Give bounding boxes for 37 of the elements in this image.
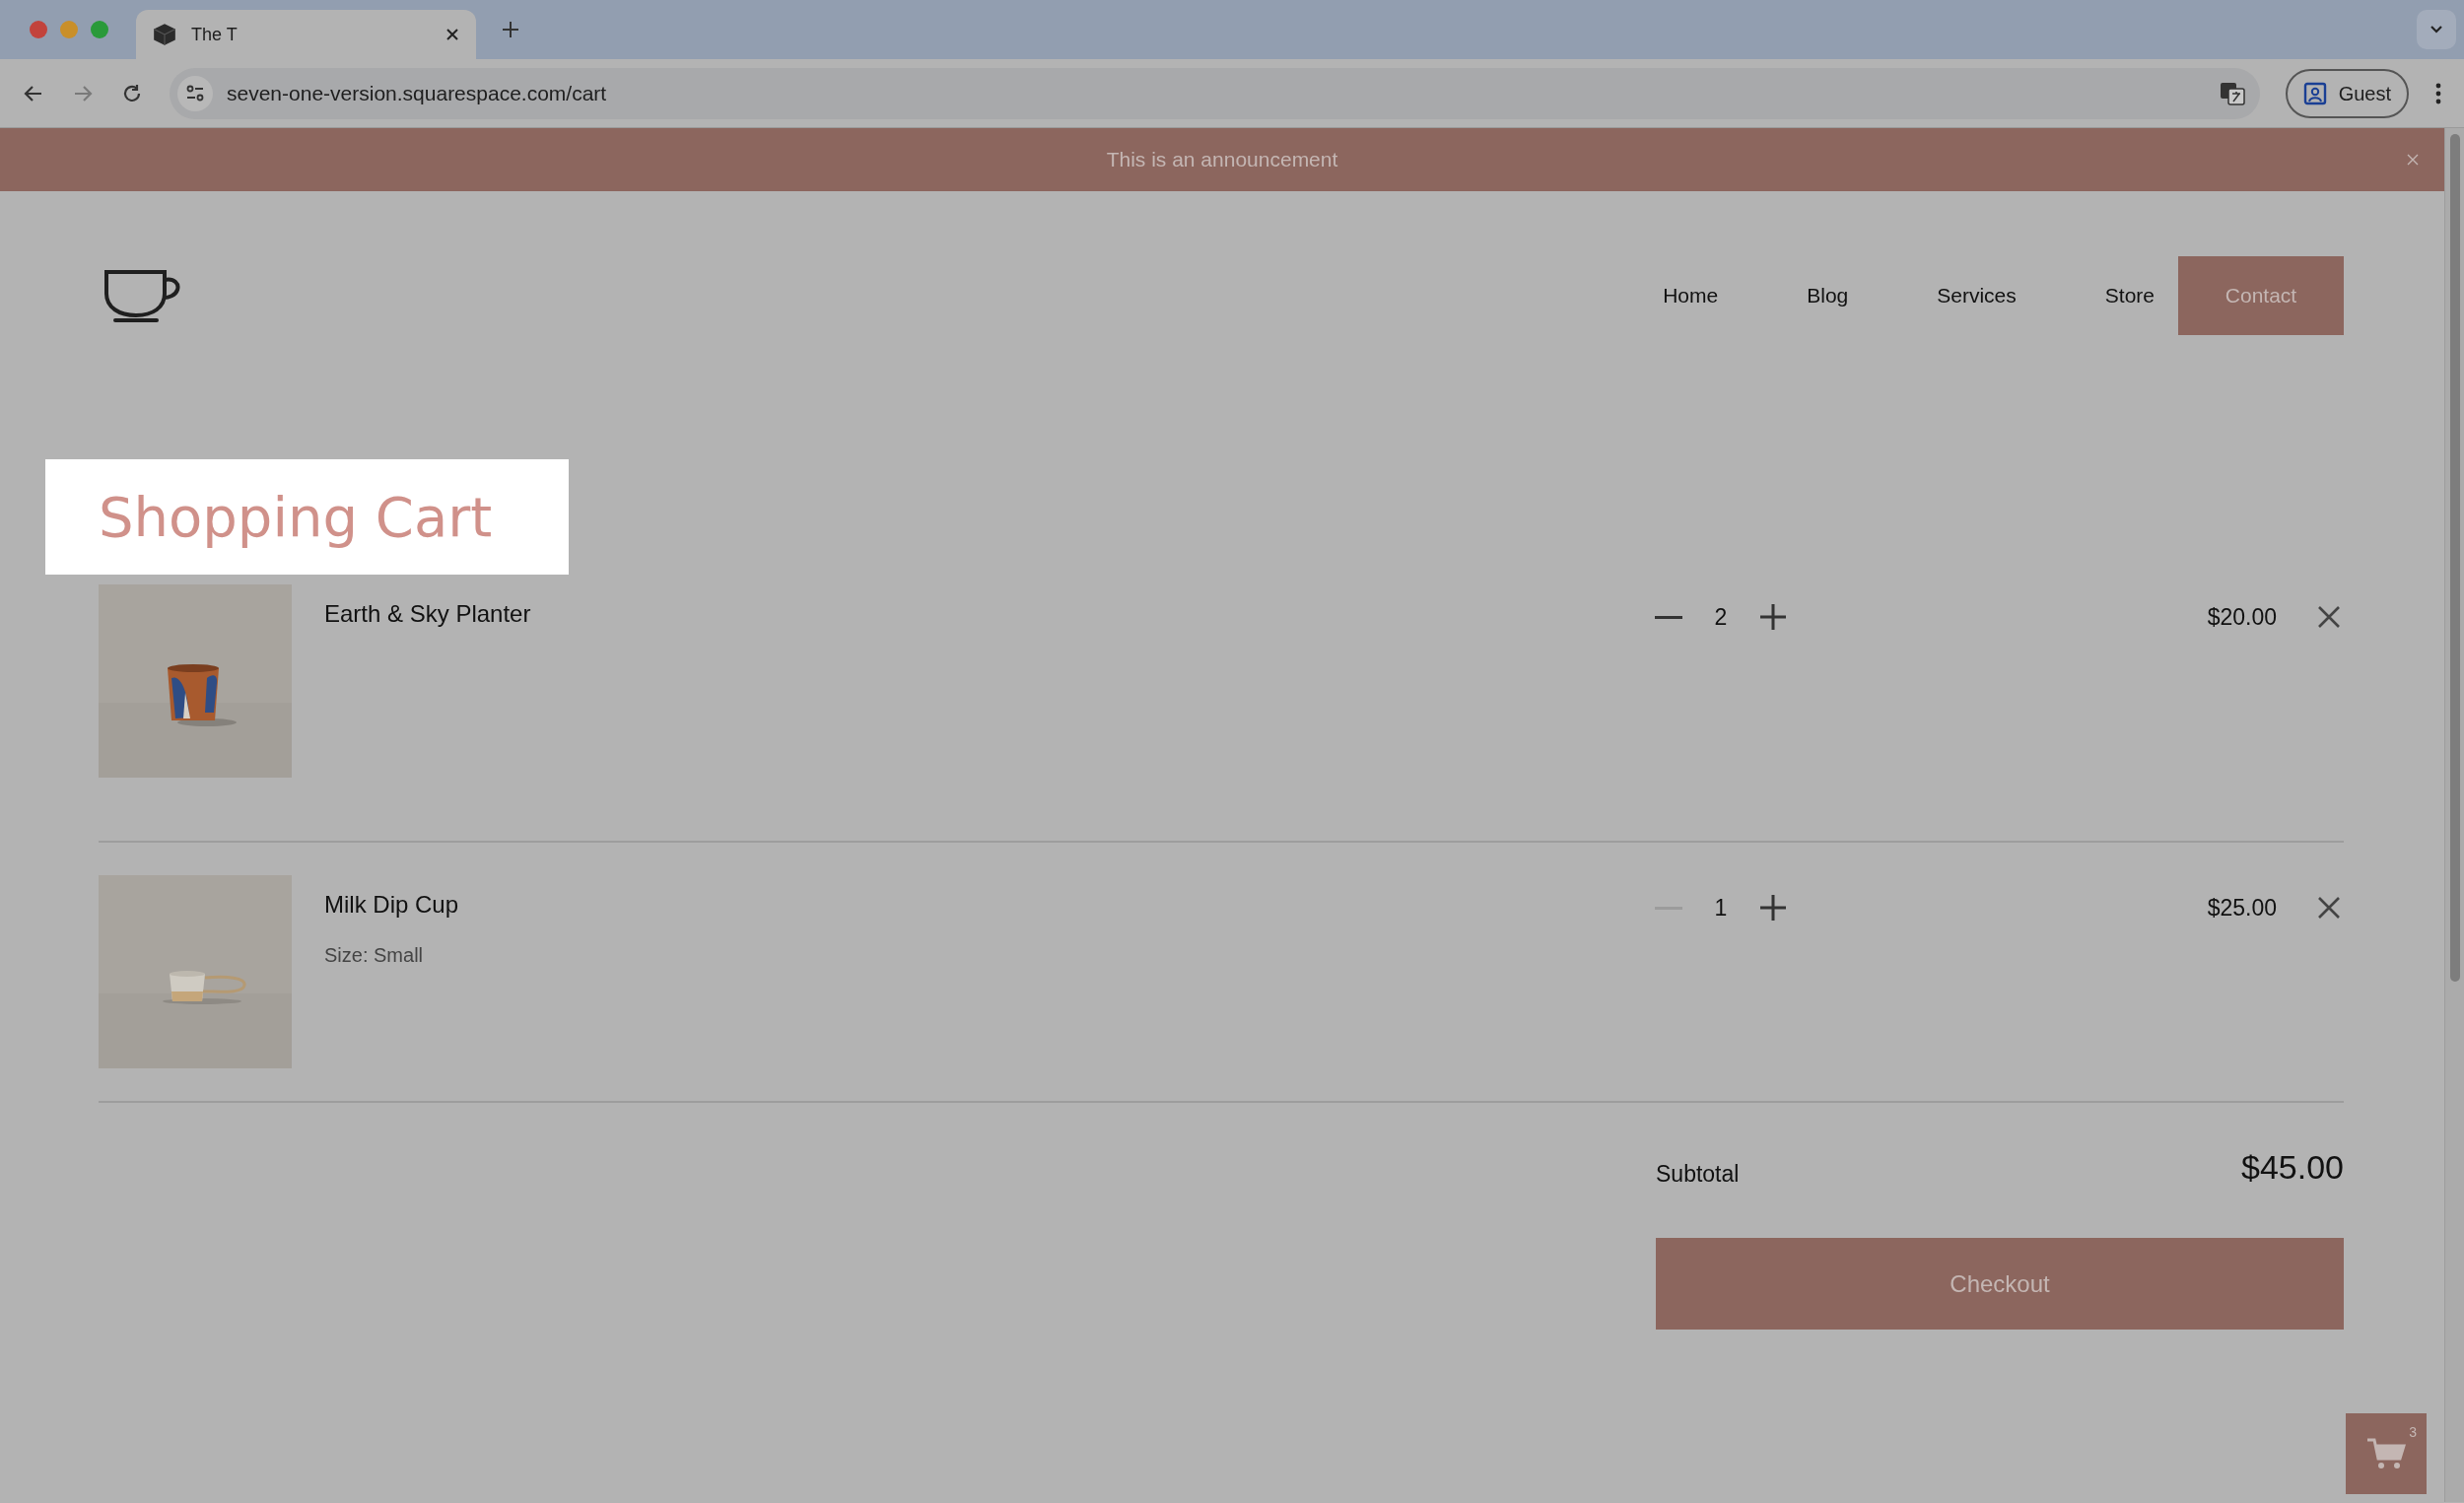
minus-icon	[1655, 615, 1682, 619]
browser-tab[interactable]: The T	[136, 10, 476, 59]
quantity-value: 2	[1713, 603, 1729, 632]
site-settings-icon[interactable]	[177, 75, 213, 111]
cup-logo-icon[interactable]	[103, 268, 180, 323]
cube-icon	[152, 22, 177, 47]
nav-link[interactable]: Blog	[1807, 280, 1849, 311]
tab-title: The T	[191, 23, 239, 46]
plus-icon	[1759, 894, 1787, 922]
product-name[interactable]: Milk Dip Cup	[324, 887, 1654, 922]
item-price: $25.00	[2206, 894, 2277, 922]
nav-link[interactable]: Store	[2104, 280, 2155, 311]
more-options-icon[interactable]	[2434, 81, 2442, 105]
subtotal-label: Subtotal	[1656, 1159, 1740, 1189]
product-variant: Size: Small	[324, 943, 425, 968]
url-text: seven-one-version.squarespace.com/cart	[227, 80, 608, 106]
cart-count: 3	[2409, 1425, 2417, 1439]
item-price: $20.00	[2206, 603, 2277, 632]
nav-link[interactable]: Services	[1937, 280, 2017, 311]
plus-icon	[1759, 603, 1787, 631]
profile-button[interactable]: Guest	[2285, 68, 2409, 118]
announcement-text: This is an announcement	[1106, 147, 1338, 173]
quantity-value: 1	[1713, 894, 1729, 922]
subtotal-amount: $45.00	[2241, 1147, 2344, 1188]
increase-button[interactable]	[1758, 602, 1788, 632]
chevron-down-icon	[2430, 25, 2443, 34]
address-bar[interactable]: seven-one-version.squarespace.com/cart	[170, 67, 2260, 119]
new-tab-icon[interactable]	[501, 20, 520, 39]
increase-button[interactable]	[1758, 893, 1788, 922]
nav-link[interactable]: Home	[1663, 280, 1719, 311]
scrollbar-thumb[interactable]	[2449, 134, 2460, 982]
close-icon	[2318, 606, 2340, 628]
close-icon[interactable]	[445, 27, 460, 42]
close-icon	[2318, 897, 2340, 919]
person-icon	[2302, 81, 2327, 105]
product-name[interactable]: Earth & Sky Planter	[324, 596, 1654, 632]
cart-icon	[2366, 1437, 2406, 1470]
